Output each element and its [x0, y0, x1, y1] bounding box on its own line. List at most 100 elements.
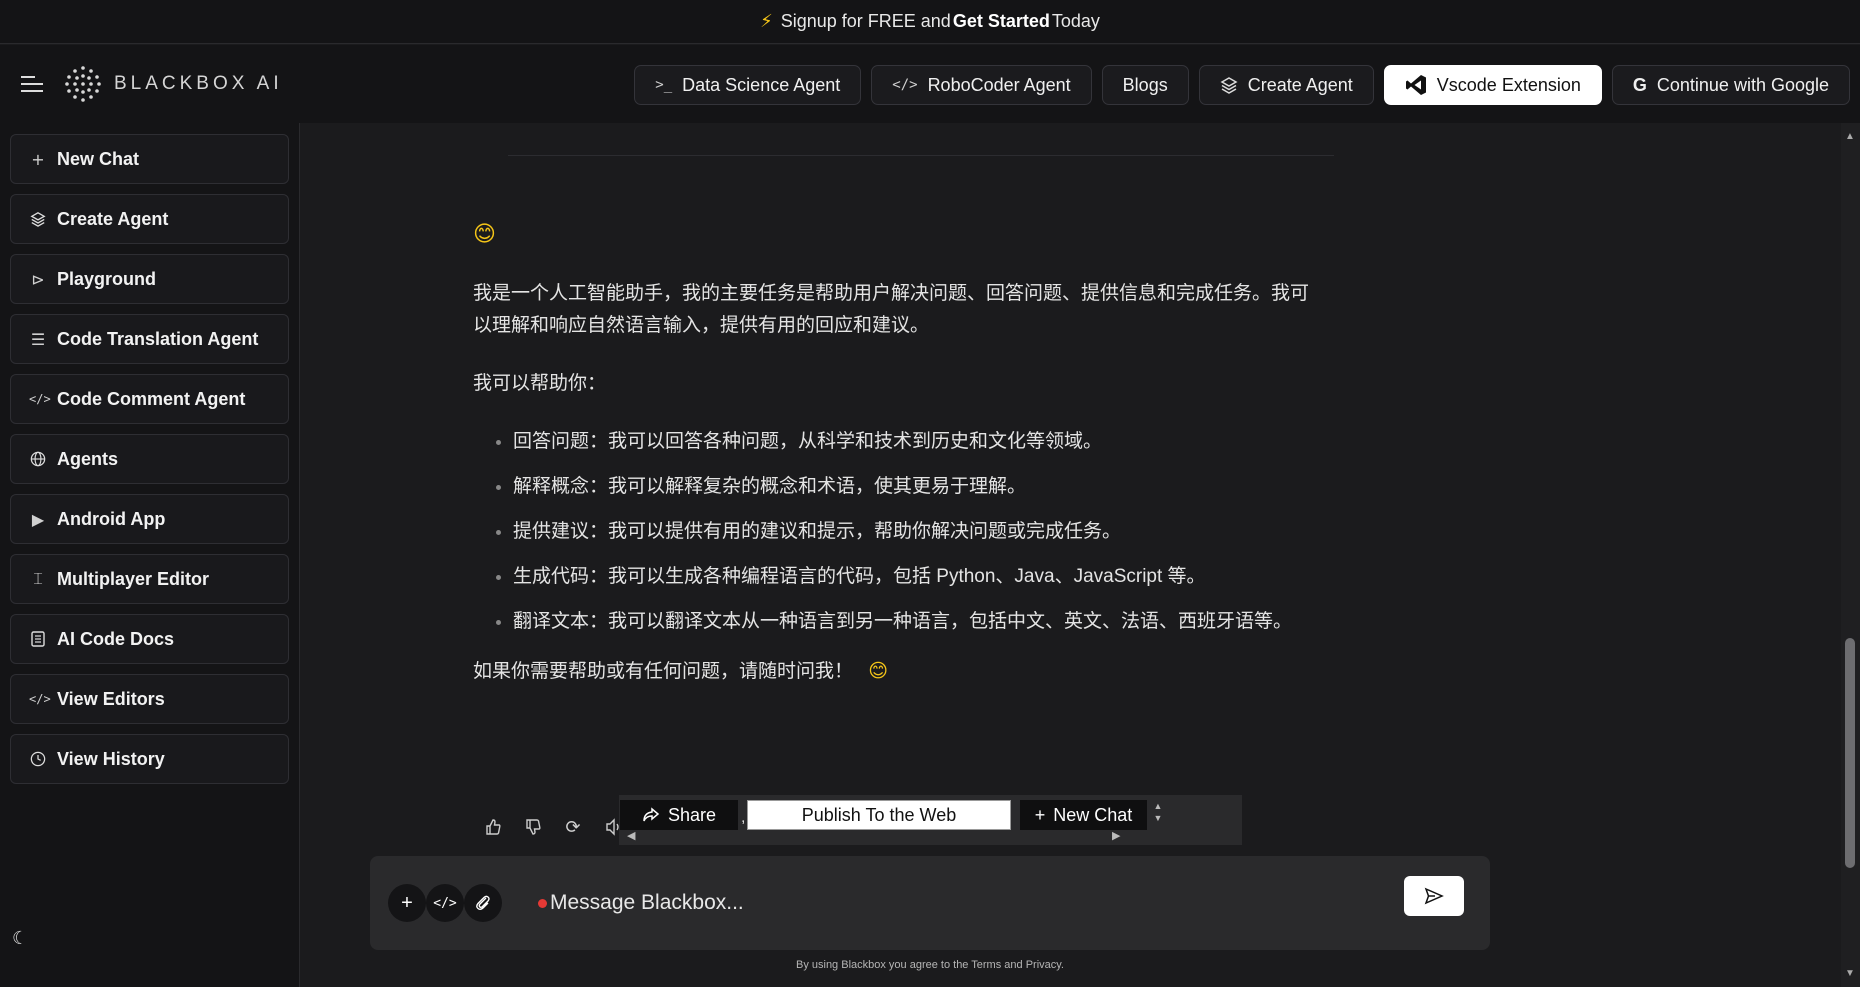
play-icon: ⊳: [31, 269, 45, 289]
continue-with-google-button[interactable]: G Continue with Google: [1611, 65, 1850, 105]
send-button[interactable]: [1404, 876, 1464, 916]
vscode-extension-button[interactable]: Vscode Extension: [1383, 65, 1602, 105]
sidebar-item-code-translation-agent[interactable]: ☰ Code Translation Agent: [10, 314, 289, 364]
list-item: 翻译文本：我可以翻译文本从一种语言到另一种语言，包括中文、英文、法语、西班牙语等…: [513, 606, 1323, 638]
sidebar-item-new-chat[interactable]: + New Chat: [10, 134, 289, 184]
sidebar-item-create-agent[interactable]: Create Agent: [10, 194, 289, 244]
sidebar-item-agents[interactable]: Agents: [10, 434, 289, 484]
sidebar-item-view-history[interactable]: View History: [10, 734, 289, 784]
terminal-icon: >_: [655, 77, 673, 93]
scroll-up-icon[interactable]: ▲: [1845, 131, 1855, 142]
sidebar: + New Chat Create Agent ⊳ Playground ☰ C…: [0, 123, 300, 987]
message-input[interactable]: [548, 886, 1348, 920]
help-list: 回答问题：我可以回答各种问题，从科学和技术到历史和文化等领域。 解释概念：我可以…: [473, 426, 1323, 638]
share-button[interactable]: Share: [620, 800, 738, 830]
sidebar-item-view-editors[interactable]: </> View Editors: [10, 674, 289, 724]
share-action-box: Share , Publish To the Web + New Chat ▲ ▼…: [619, 795, 1242, 845]
sidebar-item-ai-code-docs[interactable]: AI Code Docs: [10, 614, 289, 664]
top-header: BLACKBOX AI >_ Data Science Agent </> Ro…: [0, 45, 1860, 123]
code-mode-button[interactable]: </>: [426, 884, 464, 922]
scrollbar-thumb[interactable]: [1845, 638, 1855, 868]
sidebar-item-label: AI Code Docs: [57, 628, 175, 649]
lightning-icon: ⚡: [760, 11, 773, 31]
regenerate-icon[interactable]: ⟳: [553, 817, 593, 838]
hamburger-menu-icon[interactable]: [20, 74, 44, 94]
plus-icon: +: [1034, 804, 1046, 825]
scroll-right-icon[interactable]: ▶: [1112, 829, 1120, 842]
list-icon: ☰: [30, 329, 46, 349]
paperclip-icon: [476, 895, 490, 910]
spin-arrows-icon[interactable]: ▲ ▼: [1150, 800, 1166, 828]
recording-indicator: [538, 899, 547, 908]
publish-to-web-button[interactable]: Publish To the Web: [747, 800, 1011, 830]
message-intro: 我是一个人工智能助手，我的主要任务是帮助用户解决问题、回答问题、提供信息和完成任…: [473, 283, 1310, 336]
sidebar-item-playground[interactable]: ⊳ Playground: [10, 254, 289, 304]
code-icon: </>: [29, 392, 51, 406]
list-item: 解释概念：我可以解释复杂的概念和术语，使其更易于理解。: [513, 471, 1323, 503]
dark-mode-toggle-icon[interactable]: ☾: [12, 928, 28, 949]
globe-icon: [30, 451, 46, 467]
data-science-agent-button[interactable]: >_ Data Science Agent: [634, 65, 862, 105]
page-scrollbar[interactable]: ▲ ▼: [1841, 123, 1860, 987]
sidebar-item-label: Multiplayer Editor: [57, 568, 210, 589]
nav-label: Continue with Google: [1656, 74, 1829, 95]
create-agent-nav-button[interactable]: Create Agent: [1198, 65, 1374, 105]
sidebar-item-android-app[interactable]: ▶ Android App: [10, 494, 289, 544]
vscode-icon: [1405, 75, 1426, 95]
list-item: 提供建议：我可以提供有用的建议和提示，帮助你解决问题或完成任务。: [513, 516, 1323, 548]
google-icon: G: [1632, 74, 1647, 95]
send-icon: [1424, 887, 1444, 905]
blogs-button[interactable]: Blogs: [1101, 65, 1189, 105]
blackbox-logo[interactable]: BLACKBOX AI: [64, 65, 283, 103]
scroll-down-icon[interactable]: ▼: [1845, 968, 1855, 979]
robocoder-agent-button[interactable]: </> RoboCoder Agent: [871, 65, 1092, 105]
nav-label: RoboCoder Agent: [927, 74, 1071, 95]
nav-label: Vscode Extension: [1436, 74, 1581, 95]
separator: ,: [741, 809, 746, 826]
signup-banner[interactable]: ⚡ Signup for FREE and Get Started Today: [0, 0, 1860, 44]
sidebar-item-label: View Editors: [57, 688, 165, 709]
sidebar-item-multiplayer-editor[interactable]: ⌶ Multiplayer Editor: [10, 554, 289, 604]
sidebar-item-label: Agents: [57, 448, 119, 469]
logo-text: BLACKBOX AI: [114, 73, 283, 94]
clock-icon: [30, 751, 46, 767]
message-composer: + </>: [370, 856, 1490, 950]
closing-text: 如果你需要帮助或有任何问题，请随时问我！: [473, 661, 854, 682]
sidebar-item-label: Android App: [57, 508, 166, 529]
blackbox-logo-icon: [65, 66, 101, 102]
new-chat-label: New Chat: [1053, 804, 1133, 825]
publish-label: Publish To the Web: [801, 804, 957, 825]
message-divider: [508, 155, 1334, 156]
banner-text-pre: Signup for FREE and: [780, 11, 951, 31]
sidebar-item-label: Create Agent: [57, 208, 169, 229]
nav-label: Blogs: [1122, 74, 1168, 95]
text-cursor-icon: ⌶: [33, 569, 43, 588]
share-label: Share: [667, 804, 717, 825]
list-item: 生成代码：我可以生成各种编程语言的代码，包括 Python、Java、JavaS…: [513, 561, 1323, 593]
sidebar-item-label: Playground: [57, 268, 157, 289]
message-can-help: 我可以帮助你：: [473, 373, 607, 394]
thumbs-up-icon[interactable]: [473, 817, 513, 837]
nav-label: Data Science Agent: [682, 74, 841, 95]
closing-emoji: 😊: [868, 661, 889, 682]
sidebar-item-label: Code Comment Agent: [57, 388, 246, 409]
nav-label: Create Agent: [1247, 74, 1353, 95]
sidebar-item-label: New Chat: [57, 148, 140, 169]
sidebar-item-code-comment-agent[interactable]: </> Code Comment Agent: [10, 374, 289, 424]
share-icon: [643, 807, 660, 822]
plus-icon: +: [401, 891, 413, 914]
new-chat-action-button[interactable]: + New Chat: [1020, 800, 1147, 830]
chat-main: 😊 我是一个人工智能助手，我的主要任务是帮助用户解决问题、回答问题、提供信息和完…: [301, 123, 1841, 987]
code-icon: </>: [892, 77, 918, 93]
add-attachment-button[interactable]: +: [388, 884, 426, 922]
code-icon: </>: [433, 895, 457, 911]
sidebar-item-label: View History: [57, 748, 165, 769]
layers-icon: [1220, 77, 1238, 94]
list-item: 回答问题：我可以回答各种问题，从科学和技术到历史和文化等领域。: [513, 426, 1323, 458]
thumbs-down-icon[interactable]: [513, 817, 553, 837]
banner-text-post: Today: [1051, 11, 1100, 31]
scroll-left-icon[interactable]: ◀: [627, 829, 635, 842]
smile-emoji: 😊: [473, 221, 496, 246]
code-icon: </>: [29, 692, 51, 706]
attach-file-button[interactable]: [464, 884, 502, 922]
